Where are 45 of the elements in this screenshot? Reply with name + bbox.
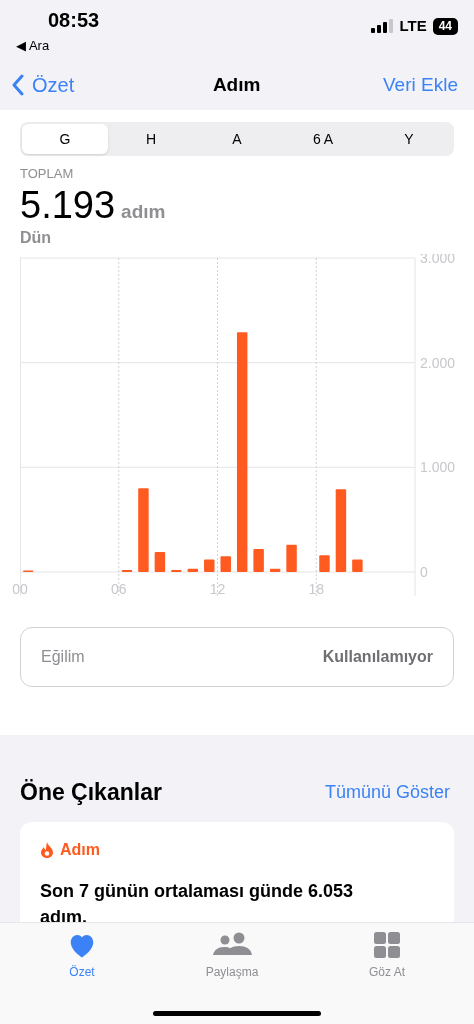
chart-bar (253, 548, 264, 572)
signal-icon (371, 19, 394, 33)
axis-label: 2.000 (420, 354, 456, 371)
chart-bar (286, 544, 297, 572)
tab-bar-item[interactable]: Özet (52, 931, 112, 981)
battery-indicator: 44 (432, 17, 458, 35)
highlight-category: Adım (60, 839, 100, 860)
grid-icon (373, 931, 401, 959)
chevron-left-icon (12, 74, 24, 96)
trend-label: Eğilim (41, 647, 85, 667)
total-label: TOPLAM (20, 165, 75, 183)
axis-label: 1.000 (420, 459, 456, 476)
chart-bar (352, 559, 363, 572)
highlight-text: Son 7 günün ortalaması günde 6.053 adım. (40, 879, 355, 922)
axis-label: 3.000 (420, 254, 456, 266)
total-value: 5.193 (20, 183, 116, 226)
chart-bar (171, 569, 182, 572)
chart-bar (187, 568, 199, 572)
status-time: 08:53 (48, 8, 100, 32)
trend-row[interactable]: Eğilim Kullanılamıyor (20, 627, 454, 687)
chart-bar (121, 569, 133, 572)
axis-label: 06 (110, 581, 127, 597)
flame-icon (40, 841, 54, 858)
network-label: LTE (399, 15, 427, 36)
axis-label: 18 (308, 581, 325, 597)
date-label: Dün (20, 228, 53, 248)
range-tab[interactable]: Y (366, 124, 452, 154)
section-title: Öne Çıkanlar (20, 778, 162, 807)
page-title: Adım (212, 72, 261, 97)
range-tab[interactable]: G (22, 124, 108, 154)
chart-bar (319, 555, 330, 572)
chart-bar (269, 568, 281, 572)
axis-label: 00 (12, 581, 28, 597)
chart-bar (220, 556, 231, 572)
axis-label: 0 (420, 564, 428, 580)
total-unit: adım (121, 199, 166, 224)
range-tab[interactable]: 6 A (280, 124, 366, 154)
range-tab[interactable]: A (194, 124, 280, 154)
range-tab[interactable]: H (108, 124, 194, 154)
highlight-card[interactable]: Adım Son 7 günün ortalaması günde 6.053 adım. (20, 821, 454, 922)
chart-bar (204, 559, 215, 572)
back-to-app-link[interactable]: ◀ Ara (16, 36, 100, 56)
chart-bar (154, 552, 166, 572)
trend-value: Kullanılamıyor (322, 647, 433, 667)
axis-label: 12 (209, 581, 226, 597)
